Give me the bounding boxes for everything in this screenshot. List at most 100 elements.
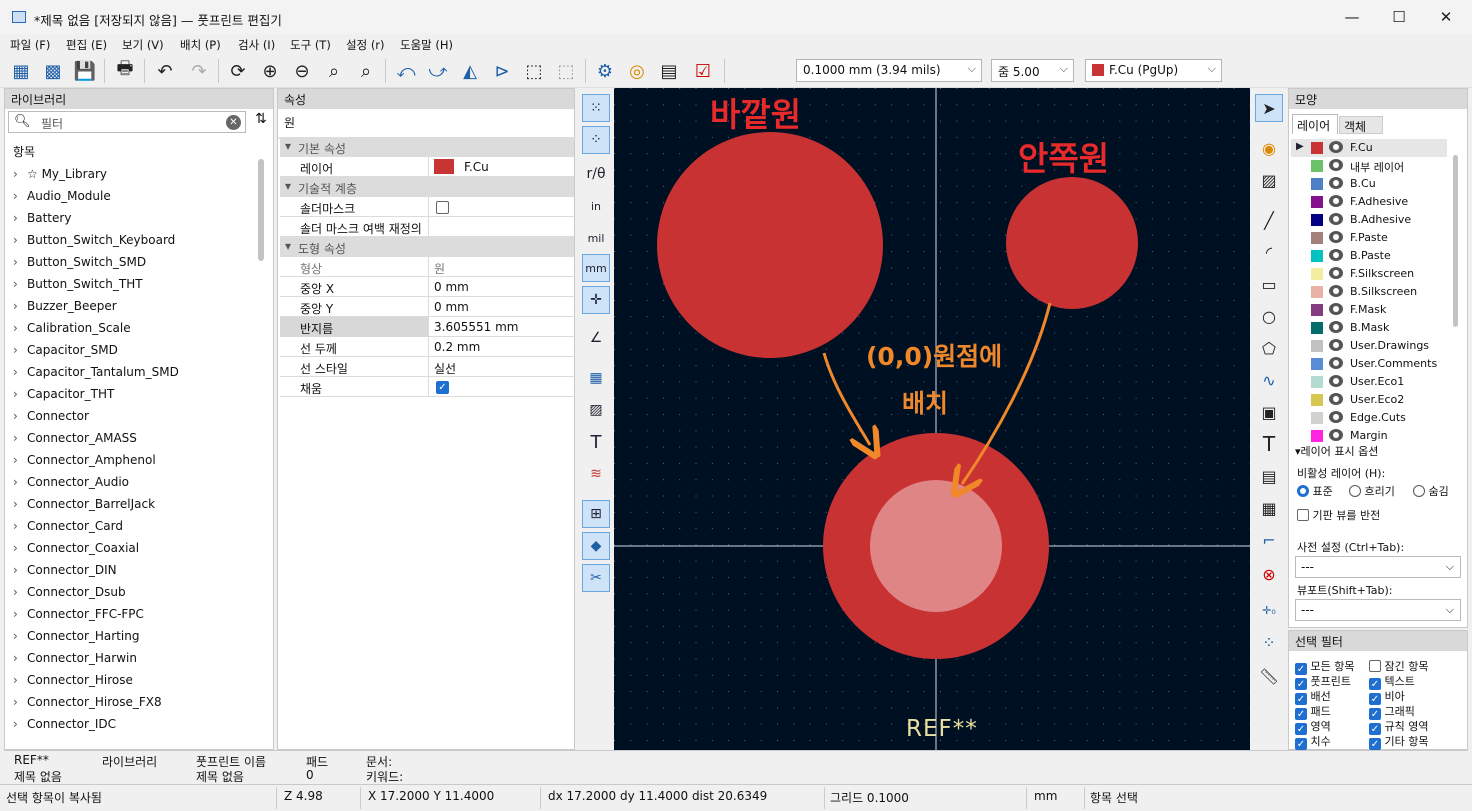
filter-checkbox[interactable]: ✓: [1369, 738, 1381, 750]
library-item[interactable]: › Connector_Hirose: [13, 673, 133, 687]
prop-line-width[interactable]: 선 두께 0.2 mm: [280, 337, 574, 357]
clear-icon[interactable]: ✕: [226, 115, 241, 130]
library-item[interactable]: › Button_Switch_Keyboard: [13, 233, 175, 247]
library-item[interactable]: › Button_Switch_THT: [13, 277, 143, 291]
close-button[interactable]: ✕: [1436, 8, 1456, 26]
add-textbox-icon[interactable]: ▤: [1255, 462, 1283, 490]
draw-rectangle-icon[interactable]: ▭: [1255, 270, 1283, 298]
menu-inspect[interactable]: 검사 (I): [238, 37, 275, 53]
layer-color-swatch[interactable]: [1311, 358, 1323, 370]
layer-row[interactable]: B.Adhesive: [1297, 211, 1447, 229]
chevron-right-icon[interactable]: ›: [13, 607, 27, 621]
measure-icon[interactable]: 📏︎: [1255, 662, 1283, 690]
layer-row[interactable]: Edge.Cuts: [1297, 409, 1447, 427]
chevron-right-icon[interactable]: ›: [13, 673, 27, 687]
draw-circle-icon[interactable]: ○: [1255, 302, 1283, 330]
library-item[interactable]: › Connector_AMASS: [13, 431, 137, 445]
mm-units-icon[interactable]: mm: [582, 254, 610, 282]
selection-filter-item[interactable]: ✓ 기타 항목: [1369, 733, 1428, 750]
layer-color-swatch[interactable]: [1311, 160, 1323, 172]
zoom-selection-icon[interactable]: ⌕: [353, 58, 379, 84]
grid-dots-icon[interactable]: ⁙: [582, 94, 610, 122]
menu-settings[interactable]: 설정 (r): [346, 37, 385, 53]
section-tech[interactable]: 기술적 계층 ▾: [280, 177, 574, 197]
grid-origin-icon[interactable]: ⁘: [1255, 628, 1283, 656]
layer-color-swatch[interactable]: [1311, 196, 1323, 208]
chevron-right-icon[interactable]: ›: [13, 629, 27, 643]
library-item[interactable]: › Connector_Audio: [13, 475, 129, 489]
undo-icon[interactable]: ↶: [152, 58, 178, 84]
inner-circle-reference[interactable]: [1006, 177, 1138, 309]
chevron-right-icon[interactable]: ›: [13, 299, 27, 313]
layer-color-swatch[interactable]: [1311, 412, 1323, 424]
layer-color-swatch[interactable]: [1311, 430, 1323, 442]
chevron-right-icon[interactable]: ›: [13, 277, 27, 291]
layer-color-swatch[interactable]: [1311, 340, 1323, 352]
layer-row[interactable]: B.Paste: [1297, 247, 1447, 265]
layer-color-swatch[interactable]: [1311, 214, 1323, 226]
chevron-right-icon[interactable]: ›: [13, 431, 27, 445]
layer-color-swatch[interactable]: [1311, 142, 1323, 154]
prop-center-x[interactable]: 중앙 X0 mm: [280, 277, 574, 297]
add-zone-icon[interactable]: ▨: [1255, 166, 1283, 194]
library-item[interactable]: › Capacitor_SMD: [13, 343, 118, 357]
layer-row[interactable]: F.Mask: [1297, 301, 1447, 319]
eye-icon[interactable]: [1329, 177, 1343, 189]
chevron-right-icon[interactable]: ›: [13, 233, 27, 247]
tab-layers[interactable]: 레이어: [1292, 114, 1338, 134]
menu-help[interactable]: 도움말 (H): [400, 37, 453, 53]
eye-icon[interactable]: [1329, 213, 1343, 225]
radio-dim[interactable]: 흐리기: [1349, 483, 1395, 499]
chevron-right-icon[interactable]: ›: [13, 167, 27, 181]
library-item[interactable]: › ☆ My_Library: [13, 167, 107, 181]
delete-tool-icon[interactable]: ⊗: [1255, 560, 1283, 588]
eye-icon[interactable]: [1329, 267, 1343, 279]
layer-color-swatch[interactable]: [1311, 268, 1323, 280]
drc-icon[interactable]: ☑: [690, 58, 716, 84]
library-item[interactable]: › Connector_Amphenol: [13, 453, 156, 467]
eye-icon[interactable]: [1329, 429, 1343, 441]
soldermask-checkbox[interactable]: [436, 201, 449, 214]
print-icon[interactable]: 🖶: [112, 58, 138, 84]
eye-icon[interactable]: [1329, 231, 1343, 243]
preset-select[interactable]: --- ⌵: [1295, 556, 1461, 578]
rotate-ccw-icon[interactable]: ⤺: [393, 58, 419, 84]
pad-outline-icon[interactable]: ▦: [582, 364, 610, 392]
add-image-icon[interactable]: ▣: [1255, 398, 1283, 426]
menu-edit[interactable]: 편집 (E): [66, 37, 107, 53]
filter-checkbox[interactable]: [1369, 660, 1381, 672]
eye-icon[interactable]: [1329, 249, 1343, 261]
radio-hide[interactable]: 숨김: [1413, 483, 1449, 499]
add-dimension-icon[interactable]: ⌐: [1255, 526, 1283, 554]
layer-row[interactable]: F.Cu: [1297, 139, 1447, 157]
library-item[interactable]: › Capacitor_THT: [13, 387, 114, 401]
menu-tools[interactable]: 도구 (T): [290, 37, 331, 53]
layer-row[interactable]: User.Eco1: [1297, 373, 1447, 391]
chevron-right-icon[interactable]: ›: [13, 387, 27, 401]
footprint-properties-icon[interactable]: ⚙: [592, 58, 618, 84]
selection-filter-item[interactable]: 잠긴 항목: [1369, 658, 1428, 674]
layer-row[interactable]: F.Paste: [1297, 229, 1447, 247]
text-outline-icon[interactable]: T: [582, 428, 610, 456]
chevron-right-icon[interactable]: ›: [13, 343, 27, 357]
library-item[interactable]: › Capacitor_Tantalum_SMD: [13, 365, 179, 379]
inch-units-icon[interactable]: in: [582, 192, 610, 220]
add-text-icon[interactable]: T: [1255, 430, 1283, 458]
draw-arc-icon[interactable]: ◜: [1255, 238, 1283, 266]
library-item[interactable]: › Connector_Harwin: [13, 651, 137, 665]
prop-soldermask[interactable]: 솔더마스크: [280, 197, 574, 217]
prop-center-y[interactable]: 중앙 Y0 mm: [280, 297, 574, 317]
prop-soldermask-margin[interactable]: 솔더 마스크 여백 재정의: [280, 217, 574, 237]
set-origin-icon[interactable]: ✛₀: [1255, 596, 1283, 624]
rotate-cw-icon[interactable]: ⤻: [425, 58, 451, 84]
prop-layer[interactable]: 레이어 F.Cu: [280, 157, 574, 177]
add-table-icon[interactable]: ▦: [1255, 494, 1283, 522]
editor-canvas[interactable]: 바깥원 안쪽원 (0,0)원점에 배치 REF**: [614, 88, 1250, 750]
layer-color-swatch[interactable]: [1311, 322, 1323, 334]
layer-row[interactable]: B.Silkscreen: [1297, 283, 1447, 301]
eye-icon[interactable]: [1329, 195, 1343, 207]
eye-icon[interactable]: [1329, 411, 1343, 423]
chevron-right-icon[interactable]: ›: [13, 189, 27, 203]
eye-icon[interactable]: [1329, 339, 1343, 351]
menu-place[interactable]: 배치 (P): [180, 37, 221, 53]
